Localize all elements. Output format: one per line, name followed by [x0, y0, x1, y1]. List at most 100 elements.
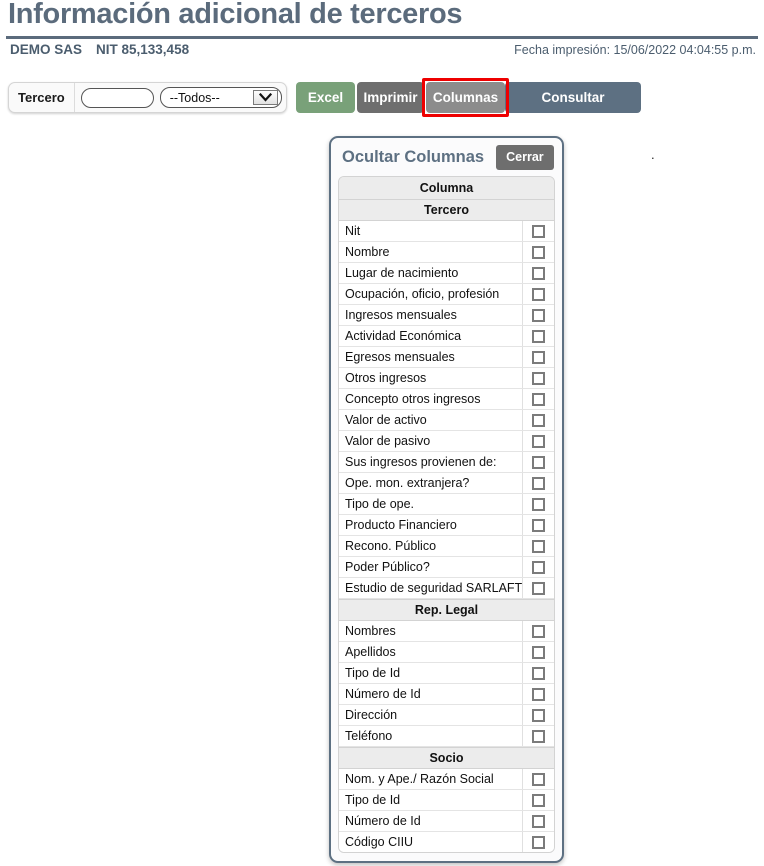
column-visibility-checkbox[interactable] [532, 772, 545, 786]
column-row-checkbox-cell[interactable] [522, 263, 554, 283]
column-row[interactable]: Lugar de nacimiento [339, 263, 554, 284]
column-visibility-checkbox[interactable] [532, 687, 545, 701]
column-row-checkbox-cell[interactable] [522, 452, 554, 472]
column-row-checkbox-cell[interactable] [522, 578, 554, 598]
column-visibility-checkbox[interactable] [532, 497, 545, 511]
column-visibility-checkbox[interactable] [532, 224, 545, 238]
column-row-checkbox-cell[interactable] [522, 494, 554, 514]
column-row[interactable]: Estudio de seguridad SARLAFT [339, 578, 554, 599]
column-visibility-checkbox[interactable] [532, 539, 545, 553]
column-row[interactable]: Teléfono [339, 726, 554, 747]
column-row[interactable]: Concepto otros ingresos [339, 389, 554, 410]
column-row-checkbox-cell[interactable] [522, 326, 554, 346]
column-row[interactable]: Recono. Público [339, 536, 554, 557]
column-row-checkbox-cell[interactable] [522, 684, 554, 704]
column-row[interactable]: Sus ingresos provienen de: [339, 452, 554, 473]
column-row[interactable]: Tipo de Id [339, 790, 554, 811]
column-visibility-checkbox[interactable] [532, 392, 545, 406]
column-visibility-checkbox[interactable] [532, 708, 545, 722]
columnas-button[interactable]: Columnas [426, 82, 505, 113]
column-row-checkbox-cell[interactable] [522, 473, 554, 493]
filter-group: Tercero --Todos-- [8, 82, 287, 113]
columns-table: Columna Tercero Nit Nombre Lugar de nacimie… [338, 176, 555, 853]
column-row-checkbox-cell[interactable] [522, 726, 554, 746]
column-visibility-checkbox[interactable] [532, 350, 545, 364]
column-row[interactable]: Número de Id [339, 684, 554, 705]
column-visibility-checkbox[interactable] [532, 645, 545, 659]
column-row[interactable]: Ocupación, oficio, profesión [339, 284, 554, 305]
column-visibility-checkbox[interactable] [532, 266, 545, 280]
column-row[interactable]: Tipo de Id [339, 663, 554, 684]
column-row-checkbox-cell[interactable] [522, 284, 554, 304]
print-date: Fecha impresión: 15/06/2022 04:04:55 p.m… [514, 43, 756, 57]
column-visibility-checkbox[interactable] [532, 560, 545, 574]
column-row-checkbox-cell[interactable] [522, 769, 554, 789]
column-row-checkbox-cell[interactable] [522, 242, 554, 262]
column-visibility-checkbox[interactable] [532, 814, 545, 828]
column-visibility-checkbox[interactable] [532, 329, 545, 343]
column-row[interactable]: Ope. mon. extranjera? [339, 473, 554, 494]
column-visibility-checkbox[interactable] [532, 455, 545, 469]
column-row[interactable]: Egresos mensuales [339, 347, 554, 368]
excel-button[interactable]: Excel [296, 82, 355, 113]
column-row-checkbox-cell[interactable] [522, 811, 554, 831]
tercero-input[interactable] [80, 87, 154, 108]
column-row-checkbox-cell[interactable] [522, 389, 554, 409]
column-row-label: Valor de activo [345, 413, 427, 427]
column-row[interactable]: Poder Público? [339, 557, 554, 578]
chevron-down-icon[interactable] [252, 90, 278, 105]
column-row-label: Egresos mensuales [345, 350, 455, 364]
column-row-checkbox-cell[interactable] [522, 705, 554, 725]
column-row-checkbox-cell[interactable] [522, 557, 554, 577]
column-row[interactable]: Ingresos mensuales [339, 305, 554, 326]
column-visibility-checkbox[interactable] [532, 518, 545, 532]
column-visibility-checkbox[interactable] [532, 308, 545, 322]
column-row-checkbox-cell[interactable] [522, 410, 554, 430]
column-row-checkbox-cell[interactable] [522, 832, 554, 852]
column-row-checkbox-cell[interactable] [522, 790, 554, 810]
company-name: DEMO SAS [10, 42, 83, 57]
column-row-label: Tipo de ope. [345, 497, 415, 511]
column-row[interactable]: Nombres [339, 621, 554, 642]
column-row-checkbox-cell[interactable] [522, 368, 554, 388]
column-row[interactable]: Tipo de ope. [339, 494, 554, 515]
column-row-checkbox-cell[interactable] [522, 221, 554, 241]
column-visibility-checkbox[interactable] [532, 835, 545, 849]
column-row-checkbox-cell[interactable] [522, 663, 554, 683]
column-visibility-checkbox[interactable] [532, 581, 545, 595]
column-row[interactable]: Otros ingresos [339, 368, 554, 389]
column-row[interactable]: Valor de activo [339, 410, 554, 431]
column-visibility-checkbox[interactable] [532, 666, 545, 680]
column-visibility-checkbox[interactable] [532, 434, 545, 448]
column-row[interactable]: Producto Financiero [339, 515, 554, 536]
column-row[interactable]: Nit [339, 221, 554, 242]
column-visibility-checkbox[interactable] [532, 729, 545, 743]
column-visibility-checkbox[interactable] [532, 793, 545, 807]
imprimir-button[interactable]: Imprimir [357, 82, 424, 113]
column-row-checkbox-cell[interactable] [522, 431, 554, 451]
column-visibility-checkbox[interactable] [532, 624, 545, 638]
column-row[interactable]: Número de Id [339, 811, 554, 832]
column-row-label: Lugar de nacimiento [345, 266, 459, 280]
column-visibility-checkbox[interactable] [532, 476, 545, 490]
column-visibility-checkbox[interactable] [532, 371, 545, 385]
column-visibility-checkbox[interactable] [532, 245, 545, 259]
column-row-checkbox-cell[interactable] [522, 515, 554, 535]
consultar-button[interactable]: Consultar [505, 82, 641, 113]
column-row[interactable]: Código CIIU [339, 832, 554, 852]
column-row-checkbox-cell[interactable] [522, 621, 554, 641]
tipo-select[interactable]: --Todos-- [159, 87, 282, 108]
column-visibility-checkbox[interactable] [532, 287, 545, 301]
column-row[interactable]: Nombre [339, 242, 554, 263]
column-row-checkbox-cell[interactable] [522, 536, 554, 556]
column-row-checkbox-cell[interactable] [522, 642, 554, 662]
column-visibility-checkbox[interactable] [532, 413, 545, 427]
column-row[interactable]: Actividad Económica [339, 326, 554, 347]
cerrar-button[interactable]: Cerrar [496, 144, 554, 170]
column-row[interactable]: Valor de pasivo [339, 431, 554, 452]
column-row[interactable]: Dirección [339, 705, 554, 726]
column-row-checkbox-cell[interactable] [522, 347, 554, 367]
column-row[interactable]: Apellidos [339, 642, 554, 663]
column-row-checkbox-cell[interactable] [522, 305, 554, 325]
column-row[interactable]: Nom. y Ape./ Razón Social [339, 769, 554, 790]
